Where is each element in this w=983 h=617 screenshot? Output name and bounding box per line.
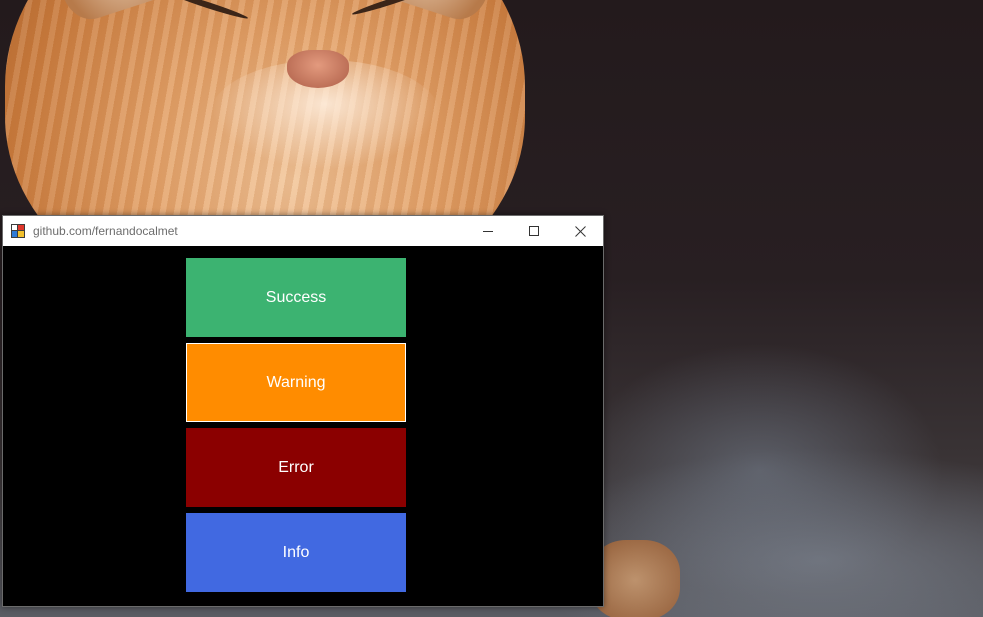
maximize-button[interactable] bbox=[511, 216, 557, 246]
maximize-icon bbox=[529, 226, 539, 236]
close-icon bbox=[574, 225, 586, 237]
close-button[interactable] bbox=[557, 216, 603, 246]
info-button-label: Info bbox=[282, 543, 310, 561]
cat-nose bbox=[287, 50, 349, 88]
success-button-label: Success bbox=[265, 288, 327, 306]
minimize-icon bbox=[483, 231, 493, 232]
title-bar[interactable]: github.com/fernandocalmet bbox=[3, 216, 603, 246]
cat-eye-left bbox=[166, 0, 249, 21]
app-icon[interactable] bbox=[11, 224, 25, 238]
cat-ear-left bbox=[23, 0, 197, 27]
minimize-button[interactable] bbox=[465, 216, 511, 246]
success-button[interactable]: Success bbox=[186, 258, 406, 337]
app-window: github.com/fernandocalmet Success Warnin… bbox=[2, 215, 604, 607]
warning-button-label: Warning bbox=[266, 373, 326, 391]
caption-buttons bbox=[465, 216, 603, 246]
warning-button[interactable]: Warning bbox=[186, 343, 406, 422]
error-button[interactable]: Error bbox=[186, 428, 406, 507]
window-title: github.com/fernandocalmet bbox=[33, 224, 178, 238]
client-area: Success Warning Error Info bbox=[3, 246, 603, 606]
error-button-label: Error bbox=[278, 458, 314, 476]
info-button[interactable]: Info bbox=[186, 513, 406, 592]
